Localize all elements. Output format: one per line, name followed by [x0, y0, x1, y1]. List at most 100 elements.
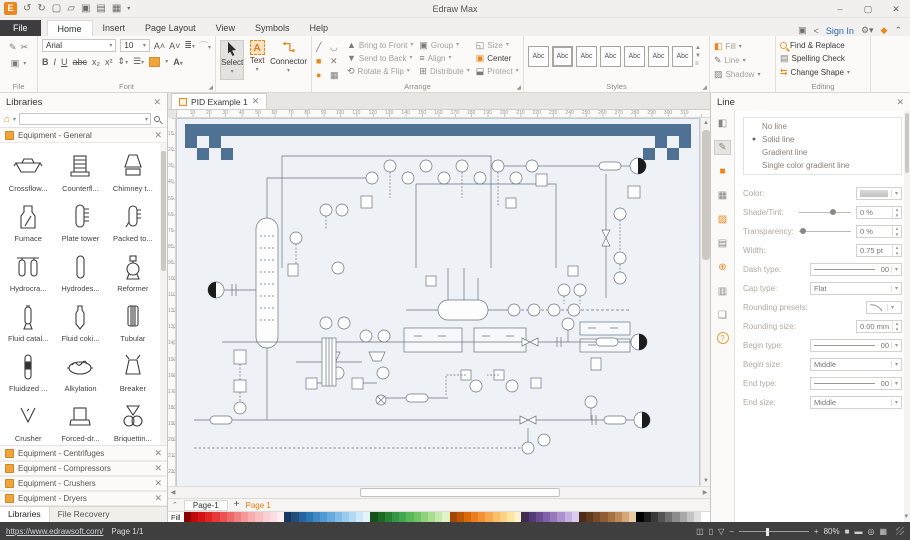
fit-page-icon[interactable]: ▯: [709, 527, 713, 536]
grid-view-icon[interactable]: ▦: [879, 527, 887, 536]
color-swatch-45[interactable]: [507, 512, 514, 522]
line-option-no-line[interactable]: No line: [750, 122, 901, 131]
color-swatch-33[interactable]: [421, 512, 428, 522]
color-swatch-49[interactable]: [536, 512, 543, 522]
zoom-out-icon[interactable]: −: [729, 527, 734, 536]
color-swatch-60[interactable]: [615, 512, 622, 522]
library-shape-packedtower[interactable]: Packed to...: [107, 195, 159, 245]
library-shape-platetower[interactable]: Plate tower: [54, 195, 106, 245]
color-swatch-55[interactable]: [579, 512, 586, 522]
save-icon[interactable]: ▣: [81, 3, 90, 15]
color-swatch-37[interactable]: [450, 512, 457, 522]
print-icon[interactable]: ▤: [96, 3, 105, 15]
library-section-close-icon[interactable]: ✕: [154, 493, 162, 504]
library-section-equipment-crushers[interactable]: Equipment - Crushers✕: [0, 476, 167, 491]
superscript-button[interactable]: x²: [105, 57, 113, 67]
width-spinner[interactable]: 0.75 pt▲▼: [856, 244, 902, 257]
styles-down-icon[interactable]: ▼: [695, 53, 701, 59]
comment-icon[interactable]: ❑: [714, 308, 731, 323]
library-shape-counterflow[interactable]: Counterfl...: [54, 145, 106, 195]
snapshot-icon[interactable]: ▣: [798, 25, 807, 36]
shadow-format-icon[interactable]: ▨: [714, 212, 731, 227]
color-swatch-11[interactable]: [263, 512, 270, 522]
highlight-color-icon[interactable]: [149, 57, 160, 67]
library-shape-crossflow[interactable]: Crossflow...: [2, 145, 54, 195]
color-swatch-57[interactable]: [593, 512, 600, 522]
color-swatch-43[interactable]: [493, 512, 500, 522]
color-swatch-61[interactable]: [622, 512, 629, 522]
open-icon[interactable]: ▱: [67, 3, 75, 15]
color-swatch-5[interactable]: [220, 512, 227, 522]
share-icon[interactable]: <: [814, 26, 819, 36]
color-swatch-72[interactable]: [701, 512, 708, 522]
color-swatch-8[interactable]: [241, 512, 248, 522]
undo-icon[interactable]: ↺: [23, 3, 31, 15]
decrease-font-icon[interactable]: A˅: [169, 41, 180, 51]
library-shape-hydrocracking[interactable]: Hydrocra...: [2, 245, 54, 295]
style-preset-6[interactable]: Abc: [648, 46, 669, 67]
distribute-button[interactable]: ⊞Distribute▾: [419, 66, 469, 77]
begin-type-select[interactable]: 00▾: [810, 339, 902, 352]
curve-text-icon[interactable]: ⌒▾: [199, 39, 211, 52]
library-shape-briquetting[interactable]: Briquettin...: [107, 395, 159, 445]
normal-view-icon[interactable]: ■: [845, 527, 850, 536]
panel-tab-libraries[interactable]: Libraries: [0, 507, 50, 522]
color-swatch-28[interactable]: [385, 512, 392, 522]
color-swatch-24[interactable]: [356, 512, 363, 522]
color-swatch-71[interactable]: [694, 512, 701, 522]
color-swatch-3[interactable]: [205, 512, 212, 522]
color-swatch-22[interactable]: [342, 512, 349, 522]
add-page-button[interactable]: +: [234, 500, 240, 510]
redo-icon[interactable]: ↻: [37, 3, 45, 15]
help-icon[interactable]: ?: [717, 332, 729, 344]
color-swatch-1[interactable]: [191, 512, 198, 522]
quick-color-icon[interactable]: ■: [714, 164, 731, 179]
color-swatch-23[interactable]: [349, 512, 356, 522]
color-swatch-27[interactable]: [378, 512, 385, 522]
color-swatch-66[interactable]: [658, 512, 665, 522]
color-swatch-9[interactable]: [248, 512, 255, 522]
color-swatch-39[interactable]: [464, 512, 471, 522]
color-swatch-32[interactable]: [414, 512, 421, 522]
line-spacing-icon[interactable]: ⇕▾: [118, 56, 129, 67]
line-format-icon[interactable]: ✎: [714, 140, 731, 155]
picture-format-icon[interactable]: ▦: [714, 188, 731, 203]
color-swatch-29[interactable]: [392, 512, 399, 522]
fill-button[interactable]: ◧Fill▾: [714, 41, 771, 52]
delete-shape-icon[interactable]: ✕: [330, 56, 341, 69]
fill-format-icon[interactable]: ◧: [714, 116, 731, 131]
bring-to-front-button[interactable]: ▲Bring to Front▾: [347, 40, 413, 51]
color-swatch-35[interactable]: [435, 512, 442, 522]
note-icon[interactable]: ▥: [714, 284, 731, 299]
align-text-icon[interactable]: ≣▾: [184, 40, 195, 51]
color-swatch-20[interactable]: [327, 512, 334, 522]
color-swatch-56[interactable]: [586, 512, 593, 522]
paste-icon[interactable]: ▣: [11, 58, 20, 69]
library-shape-forceddraft[interactable]: Forced-dr...: [54, 395, 106, 445]
line-panel-scrollbar[interactable]: [904, 111, 910, 522]
library-section-header[interactable]: Equipment - General ✕: [0, 128, 167, 143]
color-swatch-25[interactable]: [363, 512, 370, 522]
style-preset-1[interactable]: Abc: [528, 46, 549, 67]
protect-button[interactable]: ⬓Protect▾: [476, 66, 519, 77]
menu-tab-page-layout[interactable]: Page Layout: [135, 20, 206, 36]
color-swatch-7[interactable]: [234, 512, 241, 522]
color-swatch-26[interactable]: [370, 512, 377, 522]
begin-size-select[interactable]: Middle▾: [810, 358, 902, 371]
library-section-equipment-dryers[interactable]: Equipment - Dryers✕: [0, 491, 167, 506]
change-shape-button[interactable]: ⇆Change Shape▾: [780, 67, 866, 78]
color-swatch-68[interactable]: [672, 512, 679, 522]
color-swatch-50[interactable]: [543, 512, 550, 522]
close-button[interactable]: ✕: [882, 0, 910, 18]
arc-shape-icon[interactable]: ◡: [330, 42, 341, 55]
document-tab-close-icon[interactable]: ✕: [252, 96, 260, 107]
style-preset-3[interactable]: Abc: [576, 46, 597, 67]
color-swatch-12[interactable]: [270, 512, 277, 522]
spelling-check-button[interactable]: ▤Spelling Check: [780, 53, 866, 64]
fit-window-icon[interactable]: ◫: [696, 527, 704, 536]
font-family-select[interactable]: Arial▾: [42, 39, 116, 52]
connector-tool-button[interactable]: Connector▾: [270, 40, 307, 80]
color-swatch-41[interactable]: [478, 512, 485, 522]
color-swatch-15[interactable]: [291, 512, 298, 522]
underline-button[interactable]: U: [61, 57, 68, 67]
